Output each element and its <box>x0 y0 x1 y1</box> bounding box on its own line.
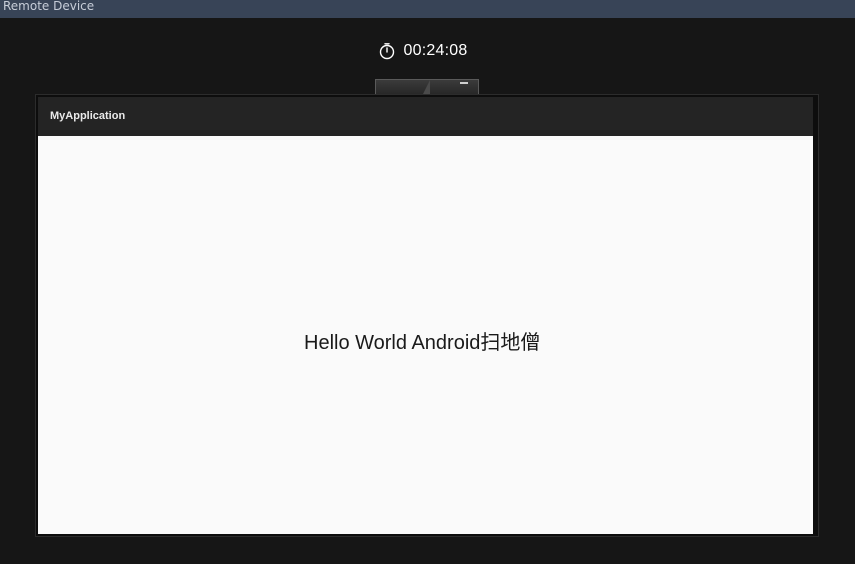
app-content-area[interactable]: Hello World Android扫地僧 <box>38 136 813 534</box>
elapsed-time: 00:24:08 <box>403 42 468 59</box>
hello-world-text: Hello World Android扫地僧 <box>304 332 541 354</box>
app-title: MyApplication <box>50 110 126 122</box>
device-tab-decoration <box>422 80 430 95</box>
device-tab[interactable] <box>375 79 479 95</box>
window-titlebar: Remote Device <box>0 0 855 18</box>
window-title: Remote Device <box>3 0 95 13</box>
stopwatch-icon <box>379 43 394 60</box>
device-tab-handle-icon <box>460 82 468 84</box>
session-timer: 00:24:08 <box>0 42 855 60</box>
app-toolbar: MyApplication <box>38 97 813 136</box>
